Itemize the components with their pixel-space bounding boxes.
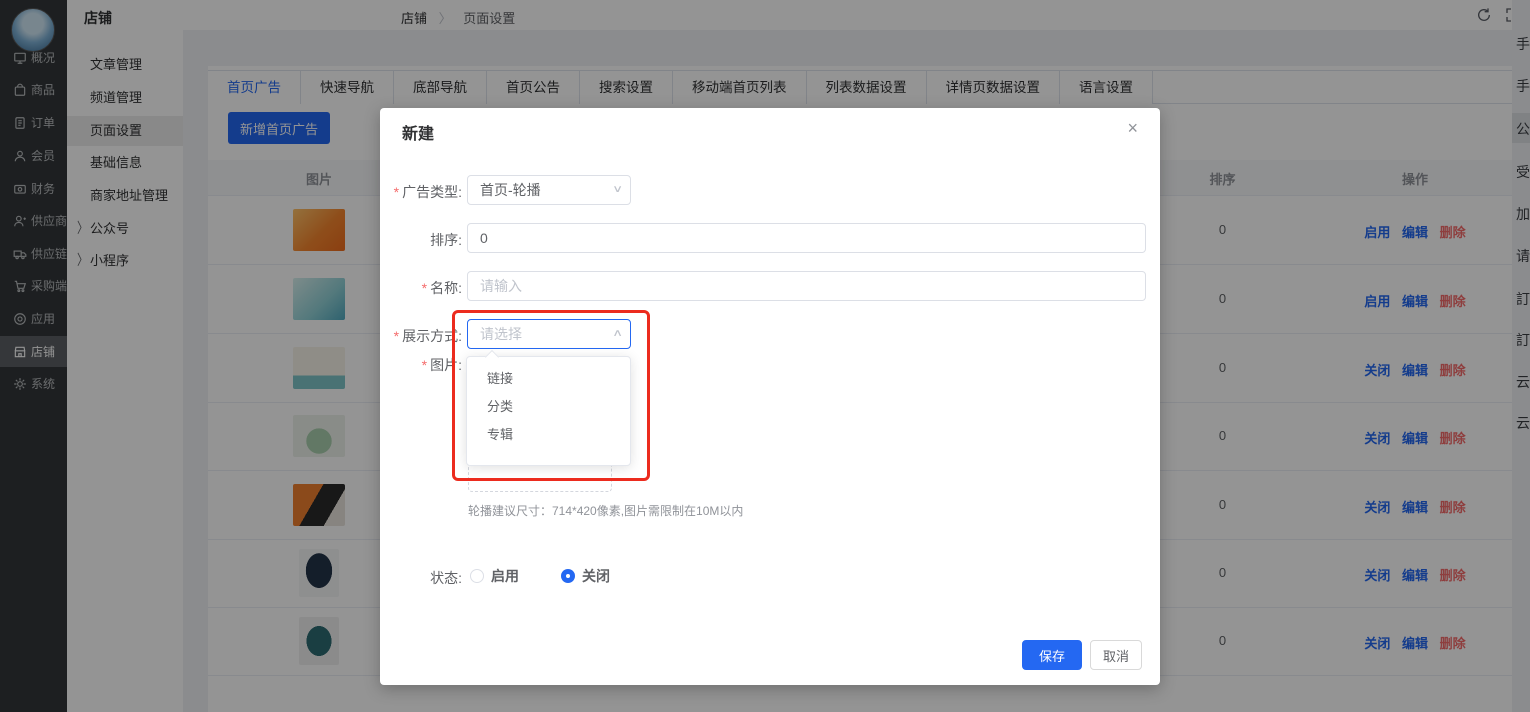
modal-title: 新建 (402, 120, 434, 144)
status-label: 状态: (332, 568, 462, 588)
ad-type-select[interactable]: 首页-轮播 ∨ (467, 175, 631, 205)
display-mode-select[interactable]: 请选择 ∧ (467, 319, 631, 349)
display-mode-dropdown: 链接 分类 专辑 (466, 356, 631, 466)
image-label: *图片: (332, 355, 462, 375)
radio-enable-label[interactable]: 启用 (491, 566, 519, 586)
radio-disable[interactable] (561, 569, 575, 583)
name-label: *名称: (332, 278, 462, 298)
cancel-button[interactable]: 取消 (1090, 640, 1142, 670)
radio-disable-label[interactable]: 关闭 (582, 566, 610, 586)
name-input[interactable]: 请输入 (467, 271, 1146, 301)
sort-label: 排序: (332, 230, 462, 250)
chevron-up-icon: ∧ (612, 320, 623, 348)
status-radio-group: 启用 关闭 (470, 566, 652, 586)
chevron-down-icon: ∨ (612, 176, 623, 204)
page-setting-screen: 个管理员 店铺 〉 页面设置 超级管理员 ∨ 首页广告 快速导航 底部导航 (0, 0, 1530, 712)
close-icon[interactable]: × (1127, 118, 1138, 139)
save-button[interactable]: 保存 (1022, 640, 1082, 670)
dropdown-option-category[interactable]: 分类 (467, 393, 630, 421)
radio-enable[interactable] (470, 569, 484, 583)
dropdown-option-link[interactable]: 链接 (467, 365, 630, 393)
ad-type-label: *广告类型: (332, 182, 462, 202)
display-mode-label: *展示方式: (332, 326, 462, 346)
upload-hint-text: 轮播建议尺寸：714*420像素,图片需限制在10M以内 (468, 502, 743, 519)
sort-input[interactable]: 0 (467, 223, 1146, 253)
dropdown-option-album[interactable]: 专辑 (467, 421, 630, 449)
